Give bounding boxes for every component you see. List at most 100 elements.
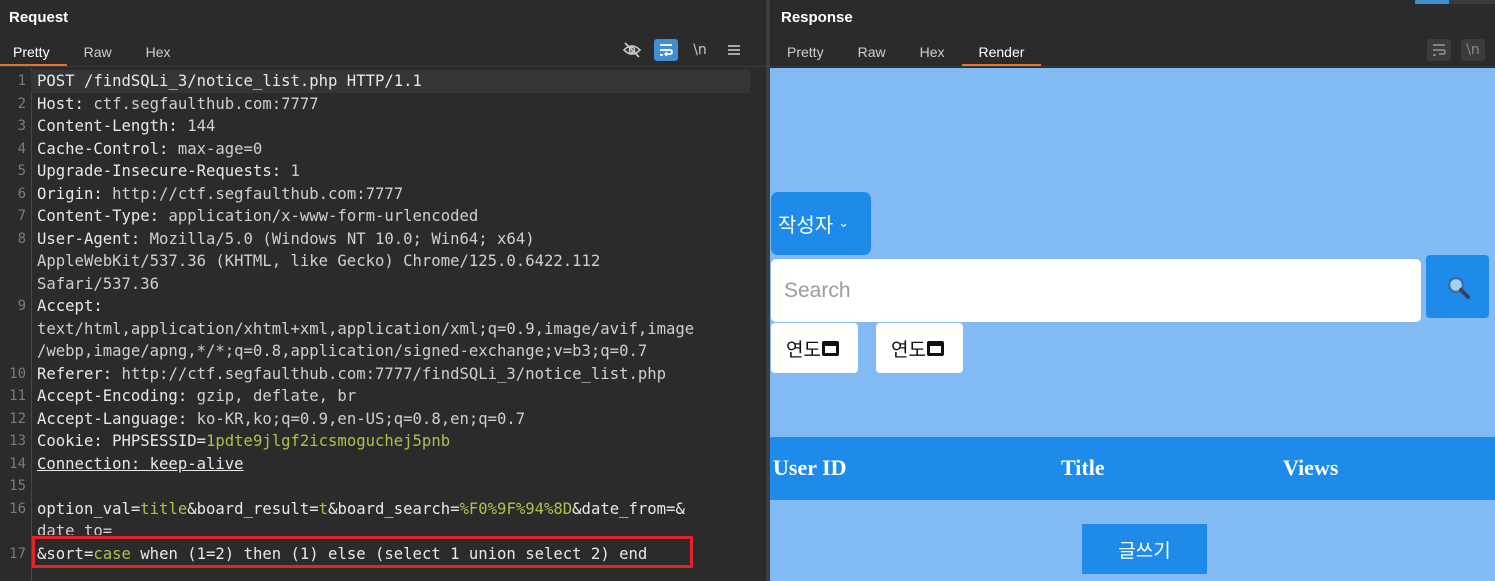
code-token: User-Agent: xyxy=(37,229,150,248)
code-token: &board_result= xyxy=(187,499,319,518)
line-content: Content-Length: 144 xyxy=(37,115,215,138)
code-line: AppleWebKit/537.36 (KHTML, like Gecko) C… xyxy=(0,250,766,273)
code-line: 10 Referer: http://ctf.segfaulthub.com:77… xyxy=(0,363,766,386)
line-content: /webp,image/apng,*/*;q=0.8,application/s… xyxy=(37,340,647,363)
layout-toggle[interactable] xyxy=(1415,0,1495,4)
response-tabs: Pretty Raw Hex Render xyxy=(770,38,1042,66)
code-token: &board_search= xyxy=(328,499,460,518)
code-token: title xyxy=(140,499,188,518)
code-line: 16 option_val=title&board_result=t&board_… xyxy=(0,498,766,521)
line-content: Accept-Language: ko-KR,ko;q=0.9,en-US;q=… xyxy=(37,408,525,431)
code-line: Safari/537.36 xyxy=(0,273,766,296)
code-token: http://ctf.segfaulthub.com:7777/findSQLi… xyxy=(121,364,667,383)
line-content: Cache-Control: max-age=0 xyxy=(37,138,262,161)
request-pane: Request Pretty Raw Hex \n 1 POST /findSQL… xyxy=(0,0,766,581)
column-title: Title xyxy=(1061,455,1105,480)
code-token: AppleWebKit/537.36 (KHTML, like Gecko) C… xyxy=(37,252,601,270)
date-to-input[interactable]: 연도 xyxy=(876,323,963,373)
response-toolbar: \n xyxy=(1427,38,1485,62)
code-line: 13 Cookie: PHPSESSID=1pdte9jlgf2icsmoguch… xyxy=(0,430,766,453)
author-select-label: 작성자 xyxy=(778,215,834,237)
column-user-id: User ID xyxy=(773,455,847,480)
line-number: 6 xyxy=(17,185,26,202)
newline-toggle[interactable]: \n xyxy=(1461,39,1485,61)
column-views: Views xyxy=(1283,455,1339,480)
code-line: 11 Accept-Encoding: gzip, deflate, br xyxy=(0,385,766,408)
code-token: http://ctf.segfaulthub.com:7777 xyxy=(112,184,404,203)
code-token: max-age=0 xyxy=(177,139,263,158)
code-token: %F0%9F%94%8D xyxy=(459,499,573,518)
code-token: ctf.segfaulthub.com:7777 xyxy=(93,94,319,113)
code-token: option_val= xyxy=(37,499,141,518)
line-number: 2 xyxy=(17,95,26,112)
code-token: Cache-Control: xyxy=(37,139,178,158)
line-number: 15 xyxy=(9,478,26,494)
date-from-input[interactable]: 연도 xyxy=(771,323,858,373)
tab-pretty[interactable]: Pretty xyxy=(0,38,67,66)
tab-render[interactable]: Render xyxy=(961,38,1042,66)
write-button[interactable]: 글쓰기 xyxy=(1082,524,1207,574)
code-token: PHPSESSID= xyxy=(112,432,206,450)
code-token: text/html,application/xhtml+xml,applicat… xyxy=(37,319,695,338)
code-token: 1pdte9jlgf2icsmoguchej5pnb xyxy=(206,432,451,450)
tab-raw[interactable]: Raw xyxy=(67,38,129,66)
code-line: 7 Content-Type: application/x-www-form-ur… xyxy=(0,205,766,228)
tab-pretty[interactable]: Pretty xyxy=(770,38,841,66)
search-button[interactable] xyxy=(1426,255,1489,318)
line-content: Content-Type: application/x-www-form-url… xyxy=(37,205,478,228)
render-view: 작성자 ⌄ 연도 연도 User ID Title Views 글쓰기 xyxy=(770,68,1495,581)
code-token: POST /findSQLi_3/notice_list.php HTTP/1.… xyxy=(37,72,422,90)
code-line: 6 Origin: http://ctf.segfaulthub.com:7777 xyxy=(0,183,766,206)
line-number: 1 xyxy=(17,73,26,89)
tabs-divider xyxy=(770,66,1495,67)
line-number: 9 xyxy=(17,298,26,314)
code-token: Cookie: xyxy=(37,432,113,450)
line-number: 10 xyxy=(9,365,26,382)
code-line: 14 Connection: keep-alive xyxy=(0,453,766,476)
chevron-down-icon: ⌄ xyxy=(838,216,850,231)
line-content: Origin: http://ctf.segfaulthub.com:7777 xyxy=(37,183,403,206)
code-line: 3 Content-Length: 144 xyxy=(0,115,766,138)
line-number: 12 xyxy=(9,410,26,427)
wrap-icon[interactable] xyxy=(654,39,678,61)
tab-hex[interactable]: Hex xyxy=(129,38,188,66)
calendar-icon xyxy=(821,340,839,356)
line-content: AppleWebKit/537.36 (KHTML, like Gecko) C… xyxy=(37,250,600,273)
code-token: Referer: xyxy=(37,364,122,383)
line-content: Referer: http://ctf.segfaulthub.com:7777… xyxy=(37,363,666,386)
date-to-label: 연도 xyxy=(891,339,926,361)
code-line: 1 POST /findSQLi_3/notice_list.php HTTP/1… xyxy=(0,70,766,93)
request-editor[interactable]: 1 POST /findSQLi_3/notice_list.php HTTP/1… xyxy=(0,68,766,581)
table-header: User ID Title Views xyxy=(770,437,1495,500)
code-token: Origin: xyxy=(37,184,113,203)
code-line: 2 Host: ctf.segfaulthub.com:7777 xyxy=(0,93,766,116)
line-number: 3 xyxy=(17,118,26,134)
code-line: 12 Accept-Language: ko-KR,ko;q=0.9,en-US;… xyxy=(0,408,766,431)
tab-raw[interactable]: Raw xyxy=(841,38,903,66)
menu-icon[interactable] xyxy=(722,39,746,61)
code-token: ko-KR,ko;q=0.9,en-US;q=0.8,en;q=0.7 xyxy=(196,409,526,428)
line-content: Upgrade-Insecure-Requests: 1 xyxy=(37,160,300,183)
line-content: POST /findSQLi_3/notice_list.php HTTP/1.… xyxy=(37,70,422,93)
code-token: &date_from=& xyxy=(572,499,685,518)
code-token: Connection: keep-alive xyxy=(37,454,244,473)
line-content: Accept-Encoding: gzip, deflate, br xyxy=(37,385,356,408)
eye-slash-icon[interactable] xyxy=(620,39,644,61)
code-token: Accept: xyxy=(37,297,103,315)
code-token: 1 xyxy=(290,162,300,180)
line-content: User-Agent: Mozilla/5.0 (Windows NT 10.0… xyxy=(37,228,535,251)
line-number: 7 xyxy=(17,208,26,224)
request-toolbar: \n xyxy=(620,38,746,62)
response-title: Response xyxy=(781,9,853,26)
search-input[interactable] xyxy=(771,259,1421,322)
code-token: Accept-Language: xyxy=(37,409,197,428)
wrap-icon[interactable] xyxy=(1427,39,1451,61)
line-number: 11 xyxy=(9,388,26,404)
response-pane: Response Pretty Raw Hex Render \n 작성자 ⌄ … xyxy=(770,0,1495,581)
line-number: 16 xyxy=(9,500,26,517)
code-line: 15 xyxy=(0,475,766,498)
tab-hex[interactable]: Hex xyxy=(903,38,962,66)
code-token: Upgrade-Insecure-Requests: xyxy=(37,162,291,180)
newline-toggle[interactable]: \n xyxy=(688,39,712,61)
author-select[interactable]: 작성자 ⌄ xyxy=(771,192,871,255)
